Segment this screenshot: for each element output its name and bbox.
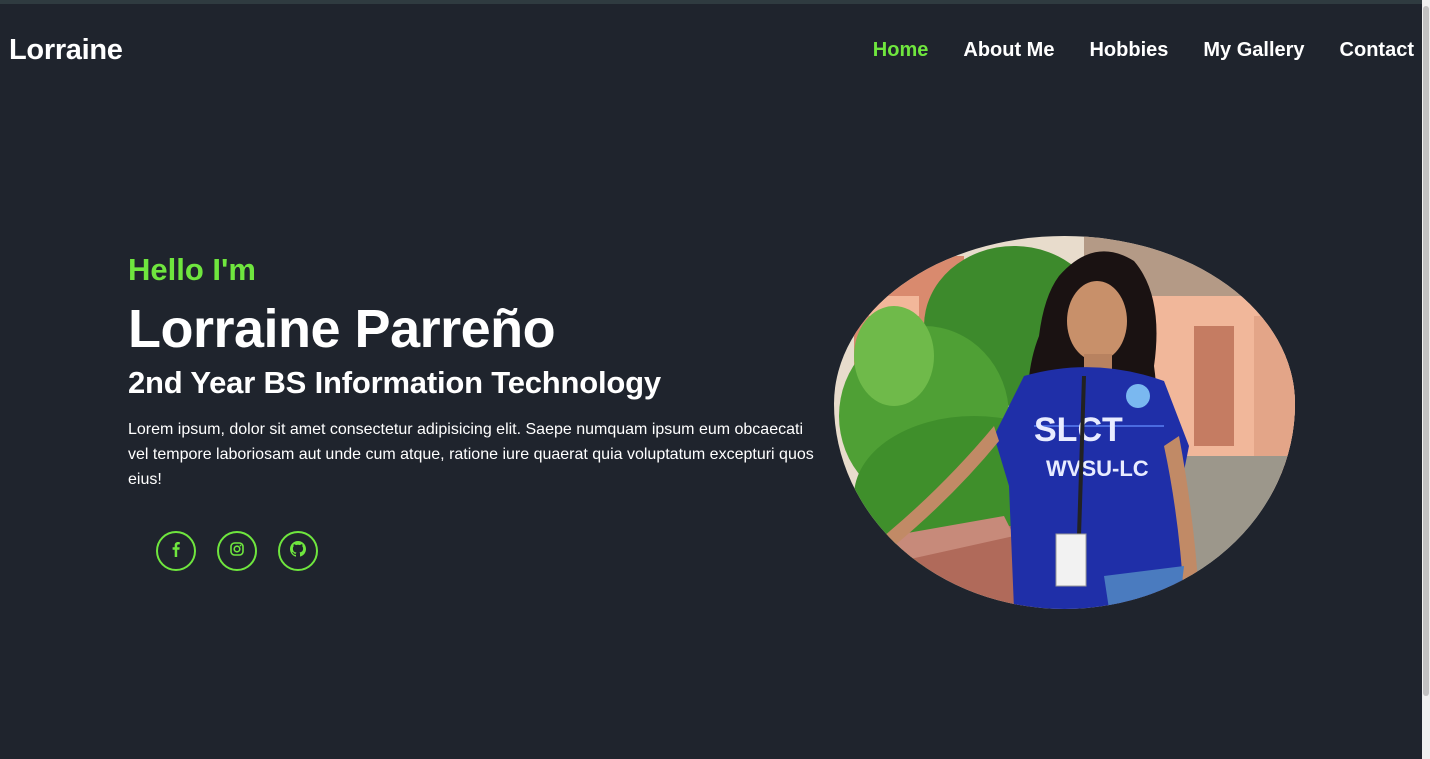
scrollbar-thumb[interactable]	[1423, 6, 1429, 696]
hero-role: 2nd Year BS Information Technology	[128, 365, 661, 401]
facebook-icon	[168, 541, 184, 562]
site-logo[interactable]: Lorraine	[9, 34, 123, 67]
nav-hobbies[interactable]: Hobbies	[1089, 39, 1168, 62]
page-scrollbar[interactable]	[1422, 0, 1430, 759]
nav-about-me[interactable]: About Me	[963, 39, 1054, 62]
github-link[interactable]	[278, 531, 318, 571]
shirt-text-2: WVSU-LC	[1046, 456, 1149, 481]
nav-home[interactable]: Home	[873, 39, 929, 62]
hero-section: Hello I'm Lorraine Parreño 2nd Year BS I…	[128, 252, 828, 492]
hero-description: Lorem ipsum, dolor sit amet consectetur …	[128, 421, 814, 489]
nav-contact[interactable]: Contact	[1340, 39, 1414, 62]
instagram-icon	[229, 541, 245, 562]
github-icon	[290, 540, 306, 562]
site-header: Lorraine Home About Me Hobbies My Galler…	[0, 4, 1422, 94]
social-links	[156, 531, 318, 571]
facebook-link[interactable]	[156, 531, 196, 571]
hero-greeting: Hello I'm	[128, 252, 256, 287]
main-nav: Home About Me Hobbies My Gallery Contact	[873, 39, 1414, 62]
hero-name: Lorraine Parreño	[128, 299, 556, 359]
profile-photo-illustration: SLCT WVSU-LC	[834, 236, 1295, 609]
nav-my-gallery[interactable]: My Gallery	[1203, 39, 1304, 62]
profile-photo: SLCT WVSU-LC	[834, 236, 1295, 609]
shirt-text: SLCT	[1034, 411, 1123, 449]
instagram-link[interactable]	[217, 531, 257, 571]
